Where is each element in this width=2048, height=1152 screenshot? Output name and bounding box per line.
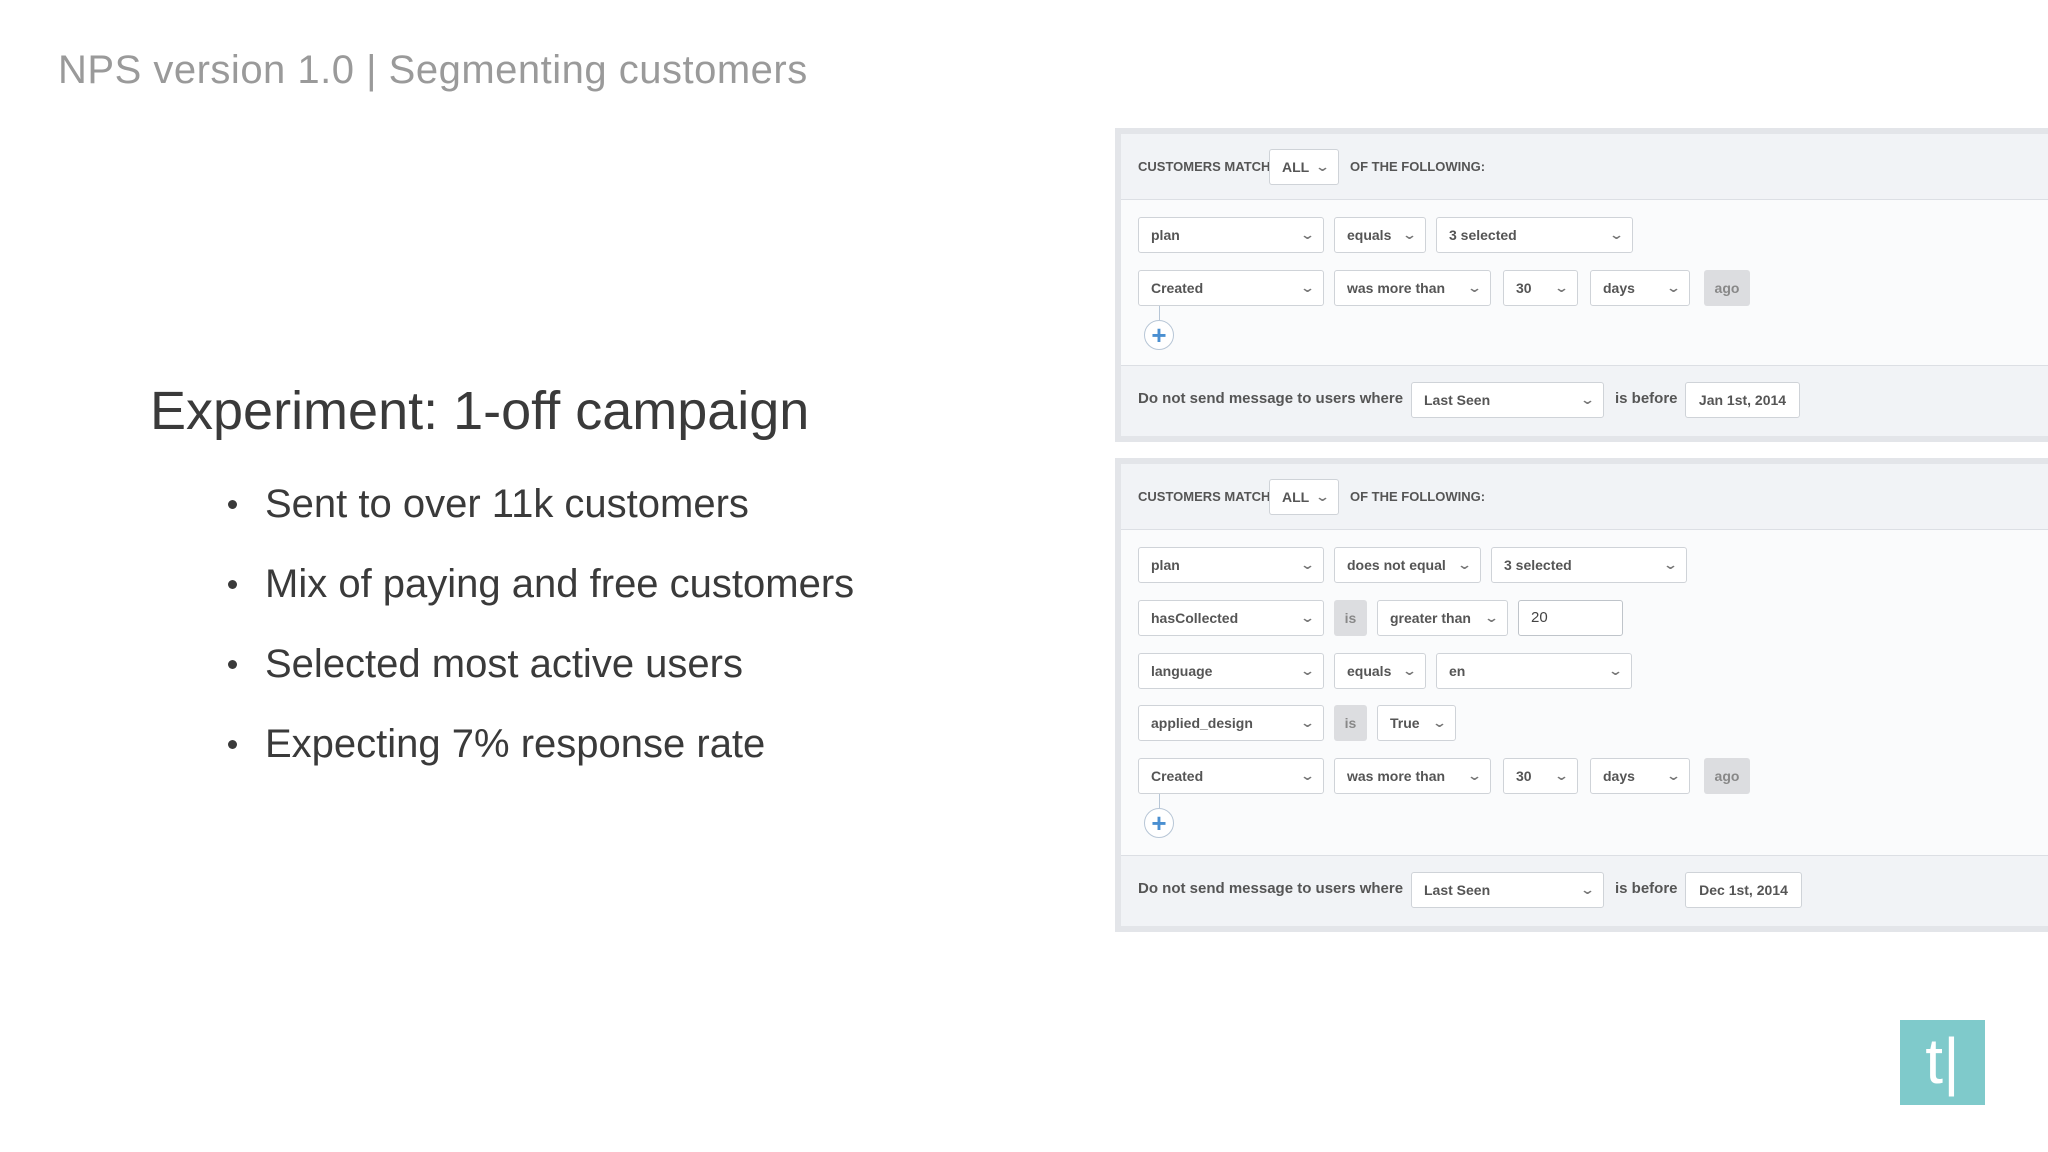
rule-operator-select[interactable]: was more than ⌄ (1334, 270, 1491, 306)
panel-rules: plan ⌄ does not equal ⌄ 3 selected ⌄ hasCol… (1121, 530, 2048, 856)
panel-footer: Do not send message to users where Last … (1121, 365, 2048, 436)
chevron-down-icon: ⌄ (1314, 489, 1331, 504)
rule-suffix: ago (1704, 270, 1750, 306)
rule-field-select[interactable]: Created ⌄ (1138, 270, 1324, 306)
exclusion-label: Do not send message to users where (1138, 880, 1404, 897)
chevron-down-icon: ⌄ (1579, 392, 1596, 407)
customers-match-label: CUSTOMERS MATCH (1138, 159, 1271, 174)
plus-icon: + (1151, 808, 1167, 838)
slide-heading: Experiment: 1-off campaign (150, 381, 810, 441)
match-select[interactable]: ALL ⌄ (1269, 479, 1339, 515)
bullet-dot-icon (228, 660, 237, 669)
rule-value-select[interactable]: 3 selected ⌄ (1491, 547, 1687, 583)
rule-suffix: ago (1704, 758, 1750, 794)
rule-value-select[interactable]: 3 selected ⌄ (1436, 217, 1633, 253)
rule-field-select[interactable]: plan ⌄ (1138, 217, 1324, 253)
bullet-list: Sent to over 11k customers Mix of paying… (228, 480, 854, 800)
bullet-item: Expecting 7% response rate (228, 720, 854, 800)
rule-value-select[interactable]: en ⌄ (1436, 653, 1632, 689)
match-select[interactable]: ALL ⌄ (1269, 149, 1339, 185)
customers-match-label: CUSTOMERS MATCH (1138, 489, 1271, 504)
of-following-label: OF THE FOLLOWING: (1350, 159, 1486, 174)
rule-operator-select[interactable]: greater than ⌄ (1377, 600, 1508, 636)
add-rule-button[interactable]: + (1144, 320, 1174, 350)
rule-amount-select[interactable]: 30 ⌄ (1503, 270, 1578, 306)
chevron-down-icon: ⌄ (1299, 663, 1316, 678)
bullet-item: Sent to over 11k customers (228, 480, 854, 560)
chevron-down-icon: ⌄ (1483, 610, 1500, 625)
panel-header: CUSTOMERS MATCH ALL ⌄ OF THE FOLLOWING: (1121, 464, 2048, 530)
segment-panel-1: CUSTOMERS MATCH ALL ⌄ OF THE FOLLOWING: p… (1115, 128, 2048, 442)
rule-field-select[interactable]: applied_design ⌄ (1138, 705, 1324, 741)
rule-operator-select[interactable]: equals ⌄ (1334, 653, 1426, 689)
bullet-dot-icon (228, 500, 237, 509)
plus-icon: + (1151, 320, 1167, 350)
chevron-down-icon: ⌄ (1466, 768, 1483, 783)
rule-field-select[interactable]: plan ⌄ (1138, 547, 1324, 583)
rule-value-select[interactable]: True ⌄ (1377, 705, 1456, 741)
chevron-down-icon: ⌄ (1299, 715, 1316, 730)
panel-footer: Do not send message to users where Last … (1121, 855, 2048, 926)
rule-value-input[interactable]: 20 (1518, 600, 1623, 636)
chevron-down-icon: ⌄ (1456, 557, 1473, 572)
rule-field-select[interactable]: Created ⌄ (1138, 758, 1324, 794)
bullet-dot-icon (228, 740, 237, 749)
rule-is-label: is (1334, 600, 1367, 636)
add-rule-button[interactable]: + (1144, 808, 1174, 838)
rule-operator-select[interactable]: does not equal ⌄ (1334, 547, 1481, 583)
chevron-down-icon: ⌄ (1401, 663, 1418, 678)
bullet-item: Mix of paying and free customers (228, 560, 854, 640)
chevron-down-icon: ⌄ (1299, 557, 1316, 572)
rule-connector (1159, 794, 1160, 808)
panel-rules: plan ⌄ equals ⌄ 3 selected ⌄ Created ⌄ was m… (1121, 200, 2048, 367)
chevron-down-icon: ⌄ (1299, 768, 1316, 783)
exclusion-label: Do not send message to users where (1138, 390, 1404, 407)
brand-logo: t| (1900, 1020, 1985, 1105)
chevron-down-icon: ⌄ (1662, 557, 1679, 572)
chevron-down-icon: ⌄ (1299, 610, 1316, 625)
rule-connector (1159, 306, 1160, 320)
exclusion-operator-label: is before (1615, 880, 1678, 897)
exclusion-field-select[interactable]: Last Seen ⌄ (1411, 872, 1604, 908)
chevron-down-icon: ⌄ (1401, 227, 1418, 242)
segment-panel-2: CUSTOMERS MATCH ALL ⌄ OF THE FOLLOWING: p… (1115, 458, 2048, 932)
chevron-down-icon: ⌄ (1299, 227, 1316, 242)
chevron-down-icon: ⌄ (1314, 159, 1331, 174)
chevron-down-icon: ⌄ (1665, 280, 1682, 295)
exclusion-date-input[interactable]: Dec 1st, 2014 (1685, 872, 1802, 908)
exclusion-field-select[interactable]: Last Seen ⌄ (1411, 382, 1604, 418)
exclusion-date-input[interactable]: Jan 1st, 2014 (1685, 382, 1800, 418)
rule-amount-select[interactable]: 30 ⌄ (1503, 758, 1578, 794)
panel-header: CUSTOMERS MATCH ALL ⌄ OF THE FOLLOWING: (1121, 134, 2048, 200)
bullet-item: Selected most active users (228, 640, 854, 720)
rule-is-label: is (1334, 705, 1367, 741)
chevron-down-icon: ⌄ (1608, 227, 1625, 242)
of-following-label: OF THE FOLLOWING: (1350, 489, 1486, 504)
rule-field-select[interactable]: hasCollected ⌄ (1138, 600, 1324, 636)
bullet-dot-icon (228, 580, 237, 589)
chevron-down-icon: ⌄ (1466, 280, 1483, 295)
chevron-down-icon: ⌄ (1299, 280, 1316, 295)
rule-operator-select[interactable]: was more than ⌄ (1334, 758, 1491, 794)
chevron-down-icon: ⌄ (1579, 882, 1596, 897)
chevron-down-icon: ⌄ (1665, 768, 1682, 783)
chevron-down-icon: ⌄ (1607, 663, 1624, 678)
chevron-down-icon: ⌄ (1553, 768, 1570, 783)
chevron-down-icon: ⌄ (1553, 280, 1570, 295)
rule-unit-select[interactable]: days ⌄ (1590, 758, 1690, 794)
exclusion-operator-label: is before (1615, 390, 1678, 407)
rule-unit-select[interactable]: days ⌄ (1590, 270, 1690, 306)
rule-field-select[interactable]: language ⌄ (1138, 653, 1324, 689)
chevron-down-icon: ⌄ (1431, 715, 1448, 730)
rule-operator-select[interactable]: equals ⌄ (1334, 217, 1426, 253)
slide-title: NPS version 1.0 | Segmenting customers (58, 48, 808, 92)
